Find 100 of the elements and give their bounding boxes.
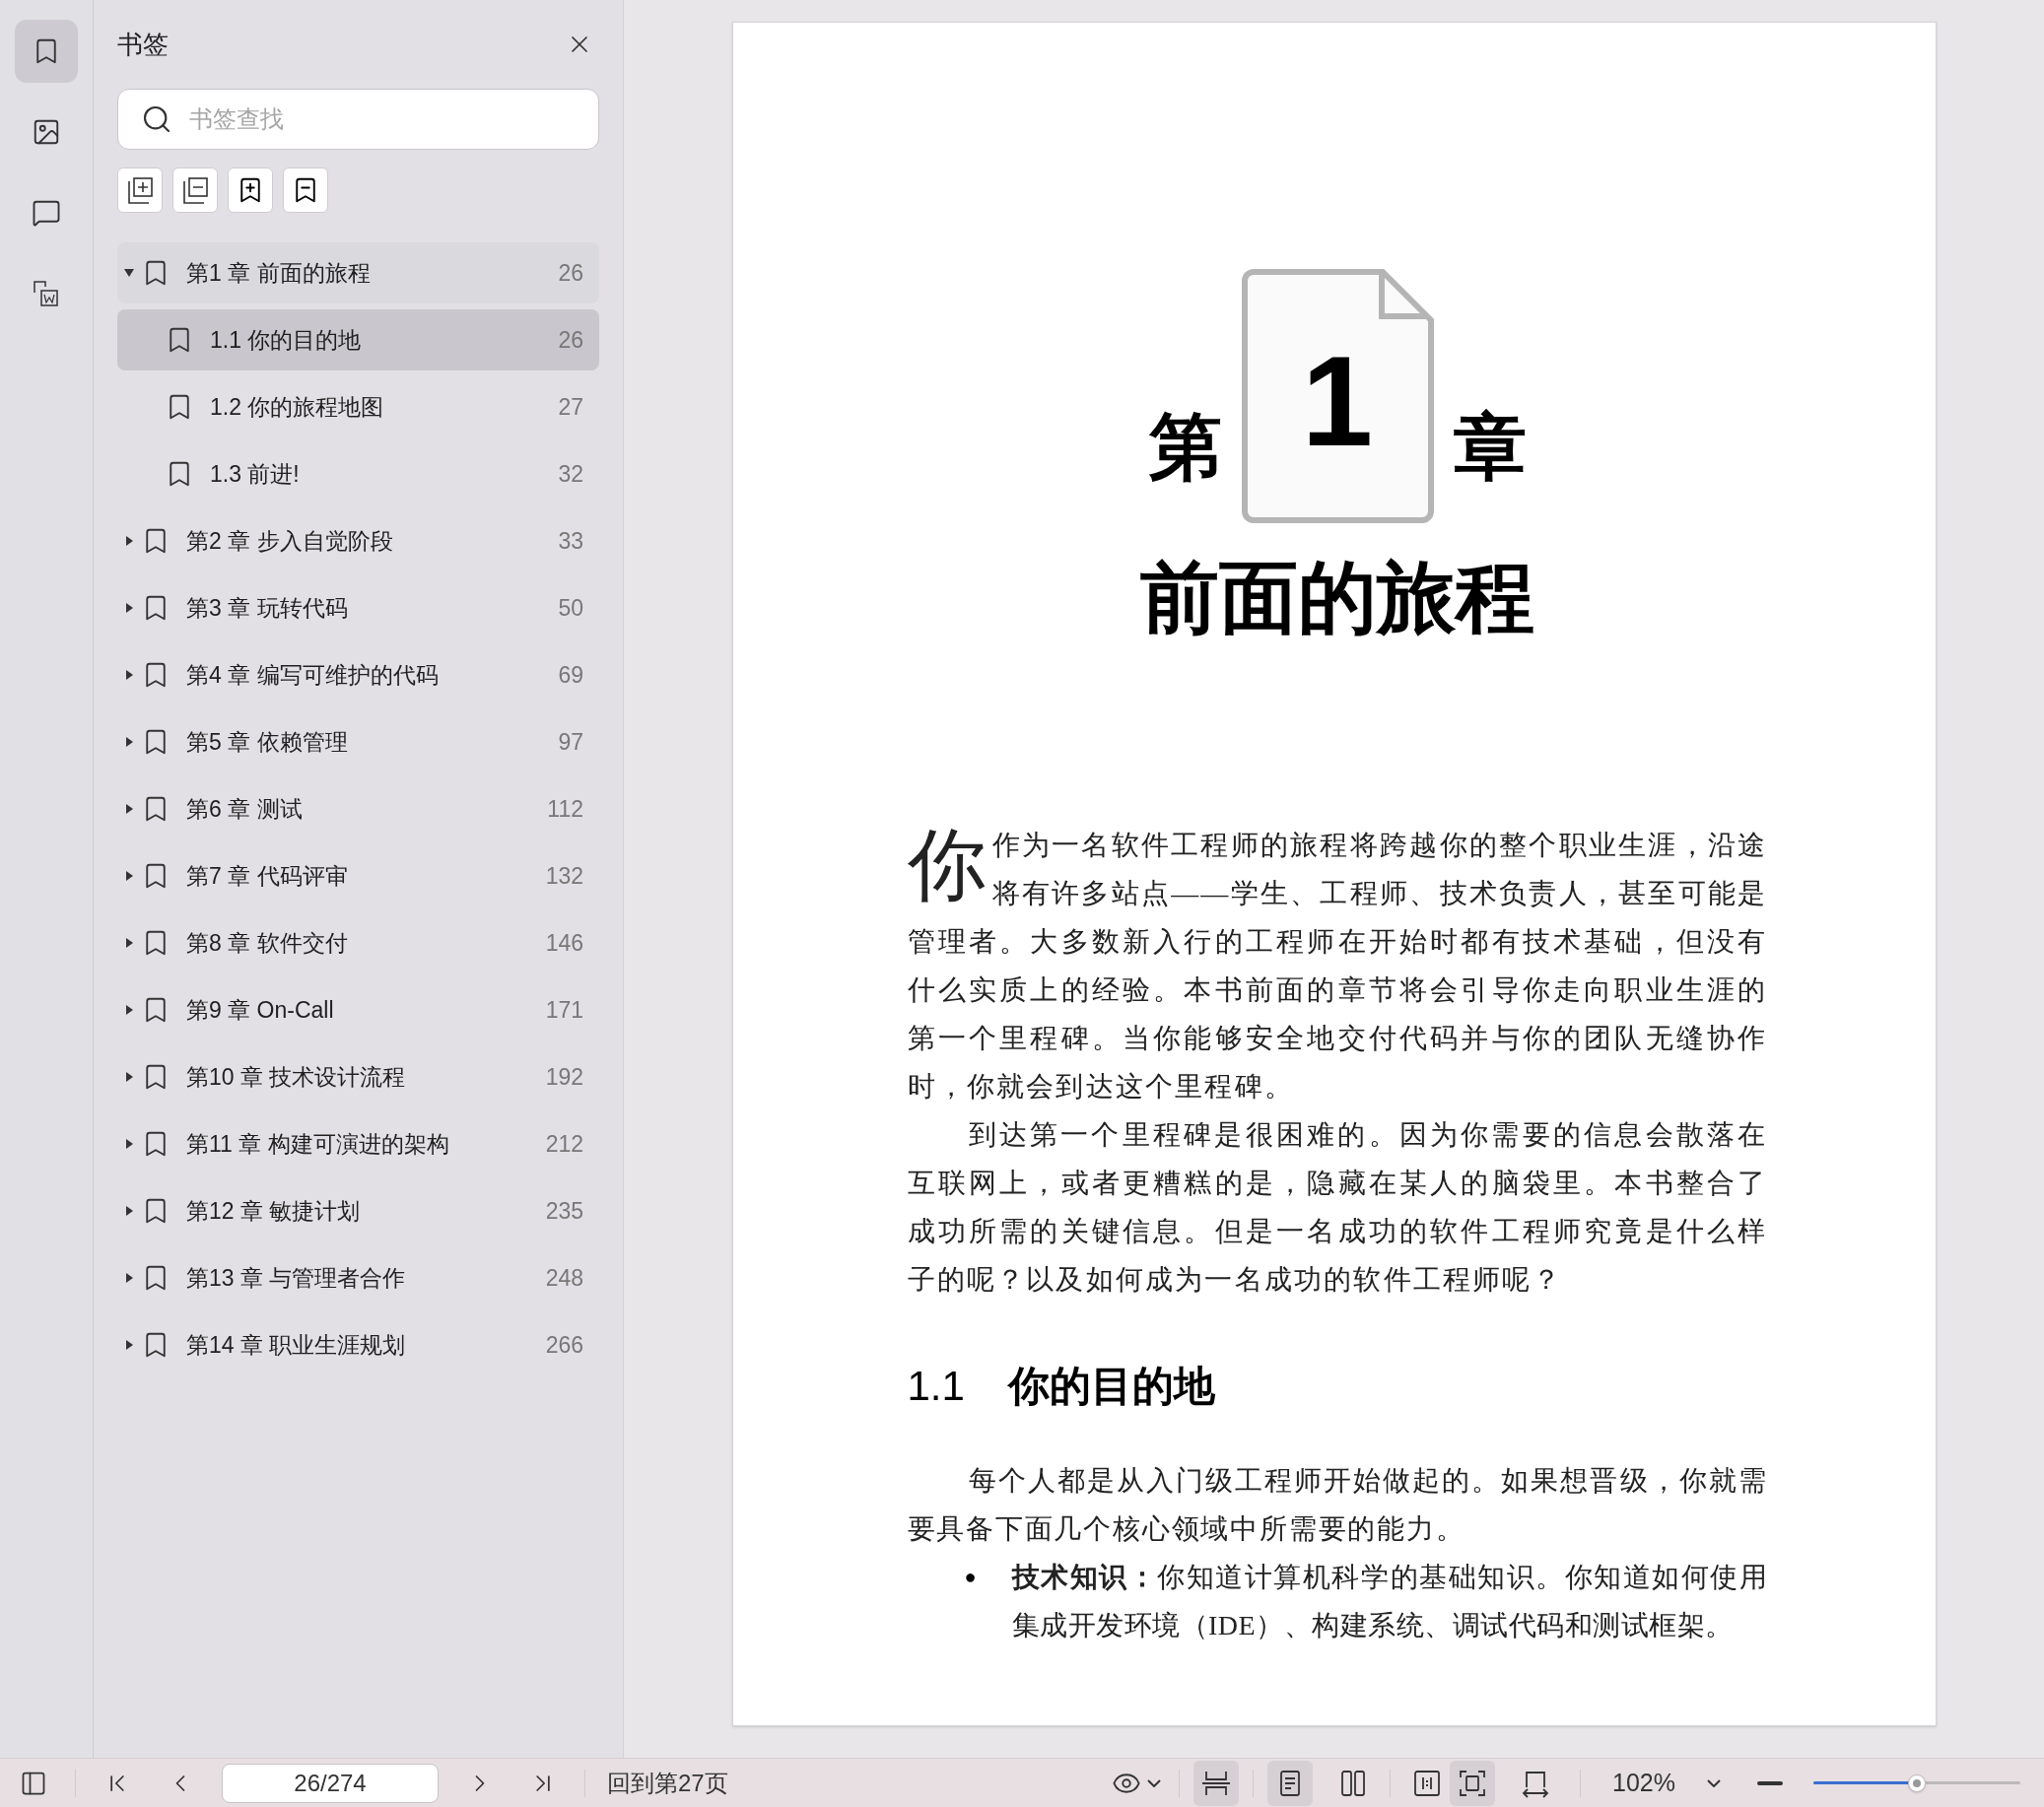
bookmark-title: 第7 章 代码评审: [186, 861, 349, 891]
caret-icon: [1707, 1778, 1721, 1787]
page-number: 97: [558, 727, 583, 757]
bookmark-item[interactable]: 第7 章 代码评审 132: [117, 845, 599, 906]
bookmark-tool-button[interactable]: [172, 167, 218, 213]
bookmark-tool-button[interactable]: [283, 167, 328, 213]
body-paragraph: 技术知识：你知道计算机科学的基础知识。你知道如何使用集成开发环境（IDE）、构建系统、调试代码和测试框架。: [1011, 1561, 1768, 1642]
view-option-button[interactable]: [1267, 1760, 1314, 1806]
caret-right-icon[interactable]: [123, 602, 135, 614]
caret-right-icon[interactable]: [123, 803, 135, 815]
slider-thumb[interactable]: [1908, 1774, 1926, 1792]
page-number: 26: [558, 325, 583, 355]
bookmark-item[interactable]: 1.3 前进! 32: [117, 443, 599, 504]
body-paragraph: 每个人都是从入门级工程师开始做起的。如果想晋级，你就需要具备下面几个核心领域中所需要的能力。: [907, 1464, 1768, 1546]
image-icon: [32, 117, 61, 147]
caret-right-icon[interactable]: [123, 1339, 135, 1351]
bookmark-item[interactable]: 第9 章 On-Call 171: [117, 979, 599, 1040]
bookmark-title: 第5 章 依赖管理: [186, 727, 349, 757]
bullet-mark: ●: [964, 1565, 978, 1589]
caret-right-icon[interactable]: [123, 870, 135, 882]
bookmark-item[interactable]: 第14 章 职业生涯规划 266: [117, 1314, 599, 1375]
page-number: 32: [558, 459, 583, 489]
bookmark-item[interactable]: 第6 章 测试 112: [117, 778, 599, 839]
page-number: 33: [558, 526, 583, 556]
bookmark-item[interactable]: 第12 章 敏捷计划 235: [117, 1180, 599, 1241]
expand-all-icon: [125, 175, 155, 205]
bookmark-item[interactable]: 1.1 你的目的地 26: [117, 309, 599, 370]
page-number: 212: [545, 1129, 583, 1159]
bookmark-item[interactable]: 第13 章 与管理者合作 248: [117, 1247, 599, 1308]
page-number: 132: [545, 861, 583, 891]
page-number: 171: [545, 995, 583, 1025]
document-icon: [1241, 269, 1434, 523]
comment-icon: [32, 198, 61, 228]
bookmark-tool-button[interactable]: [117, 167, 163, 213]
section-number: 1.1: [907, 1362, 965, 1411]
rail-button[interactable]: [15, 20, 78, 83]
bookmark-item[interactable]: 第10 章 技术设计流程 192: [117, 1046, 599, 1107]
chapter-label: 章: [1453, 411, 1527, 484]
bookmark-item[interactable]: 1.2 你的旅程地图 27: [117, 376, 599, 437]
bookmark-item[interactable]: 第8 章 软件交付 146: [117, 912, 599, 973]
bookmark-title: 第10 章 技术设计流程: [186, 1062, 407, 1092]
bookmark-title: 第12 章 敏捷计划: [186, 1196, 362, 1226]
page-number: 69: [558, 660, 583, 690]
caret-right-icon[interactable]: [123, 1138, 135, 1150]
word-convert-icon: [32, 279, 61, 308]
caret-right-icon[interactable]: [123, 736, 135, 748]
bookmark-title: 第1 章 前面的旅程: [186, 258, 372, 288]
search-icon: [141, 103, 172, 135]
caret-right-icon[interactable]: [123, 1272, 135, 1284]
bookmark-item[interactable]: 第3 章 玩转代码 50: [117, 577, 599, 638]
bookmark-item[interactable]: 第4 章 编写可维护的代码 69: [117, 644, 599, 705]
page-number: 146: [545, 928, 583, 958]
chapter-number: 1: [1301, 352, 1374, 450]
caret-right-icon[interactable]: [123, 1205, 135, 1217]
view-option-button[interactable]: [1193, 1760, 1240, 1806]
bookmark-title: 1.2 你的旅程地图: [210, 392, 385, 422]
page-number: 50: [558, 593, 583, 623]
page-number: 192: [545, 1062, 583, 1092]
view-option-button[interactable]: [1450, 1760, 1496, 1806]
bookmark-title: 第8 章 软件交付: [186, 928, 349, 958]
bookmark-title: 第6 章 测试: [186, 794, 304, 824]
caret-right-icon[interactable]: [123, 937, 135, 949]
bookmark-item[interactable]: 第11 章 构建可演进的架构 212: [117, 1113, 599, 1174]
bookmark-title: 第11 章 构建可演进的架构: [186, 1129, 450, 1159]
bookmark-title: 第2 章 步入自觉阶段: [186, 526, 394, 556]
page-field[interactable]: 26/274: [222, 1763, 439, 1803]
go-back-link[interactable]: 回到第27页: [607, 1765, 728, 1801]
page-number: 266: [545, 1330, 583, 1360]
bookmark-tool-button[interactable]: [228, 167, 273, 213]
caret-icon: [1147, 1778, 1162, 1787]
bookmark-title: 第14 章 职业生涯规划: [186, 1330, 407, 1360]
bookmark-title: 第9 章 On-Call: [186, 995, 335, 1025]
chapter-title: 前面的旅程: [1139, 559, 1535, 637]
bookmark-item[interactable]: 第5 章 依赖管理 97: [117, 711, 599, 772]
caret-right-icon[interactable]: [123, 535, 135, 547]
search-field[interactable]: 书签查找: [117, 89, 599, 150]
bookmark-title: 1.3 前进!: [210, 459, 301, 489]
page-number: 112: [547, 794, 583, 824]
zoom-value: 102%: [1612, 1767, 1675, 1798]
page-number: 27: [558, 392, 583, 422]
bookmark-title: 1.1 你的目的地: [210, 325, 363, 355]
caret-right-icon[interactable]: [123, 1071, 135, 1083]
section-title: 你的目的地: [1007, 1362, 1215, 1411]
page-number: 235: [545, 1196, 583, 1226]
caret-right-icon[interactable]: [123, 669, 135, 681]
body-paragraph: 到达第一个里程碑是很困难的。因为你需要的信息会散落在互联网上，或者更糟糕的是，隐藏在某人的脑袋里。本书整合了成功所需的关键信息。但是一名成功的软件工程师究竟是什么样子的呢？以及如何成为一名成功的软件工程师呢？: [907, 1118, 1768, 1297]
caret-right-icon[interactable]: [123, 1004, 135, 1016]
bookmark-title: 第4 章 编写可维护的代码: [186, 660, 440, 690]
collapse-all-icon: [180, 175, 210, 205]
minus-icon: [1757, 1780, 1783, 1785]
chapter-label: 第: [1148, 411, 1222, 484]
panel-title: 书签: [117, 28, 169, 61]
caret-down-icon[interactable]: [123, 267, 135, 279]
page-number: 248: [545, 1263, 583, 1293]
bookmark-title: 第13 章 与管理者合作: [186, 1263, 407, 1293]
bookmark-item[interactable]: 第1 章 前面的旅程 26: [117, 242, 599, 303]
bookmark-title: 第3 章 玩转代码: [186, 593, 349, 623]
bookmark-item[interactable]: 第2 章 步入自觉阶段 33: [117, 510, 599, 571]
zoom-slider[interactable]: [1813, 1774, 2020, 1792]
page-number: 26: [558, 258, 583, 288]
